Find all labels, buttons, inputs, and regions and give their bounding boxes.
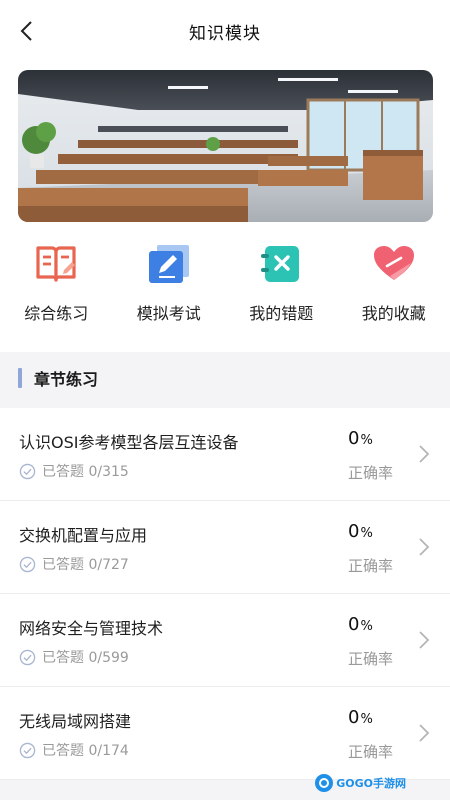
back-arrow-icon [20,21,32,41]
chevron-right-icon [419,538,430,556]
chapter-row[interactable]: 网络安全与管理技术 已答题 0/599 0% 正确率 [0,594,450,687]
accuracy-label: 正确率 [348,650,394,668]
accuracy-number: 0 [348,521,360,542]
accuracy-value: 0% [348,707,373,728]
quick-item-favorites[interactable]: 我的收藏 [338,240,450,324]
chapter-progress: 已答题 0/315 [19,461,129,481]
chevron-right-icon [419,724,430,742]
accuracy-number: 0 [348,707,360,728]
answered-count: 已答题 0/727 [42,557,129,573]
section-title: 章节练习 [34,370,99,389]
back-button[interactable] [12,17,40,45]
top-panel: 知识模块 综合练习 模拟考试 我的错题 我的收藏 [0,0,450,352]
page-title: 知识模块 [189,23,261,44]
classroom-illustration [18,70,433,222]
check-circle-icon [19,649,36,665]
watermark-text: GOGO手游网 [336,777,406,790]
accuracy-number: 0 [348,428,360,449]
chapter-title: 认识OSI参考模型各层互连设备 [19,433,239,452]
check-circle-icon [19,463,36,479]
answered-count: 已答题 0/599 [42,650,129,666]
pencil-icon [145,240,193,288]
chapter-progress: 已答题 0/599 [19,647,129,667]
quick-item-mock-exam[interactable]: 模拟考试 [113,240,226,324]
chevron-right-icon [419,631,430,649]
chapter-row[interactable]: 认识OSI参考模型各层互连设备 已答题 0/315 0% 正确率 [0,408,450,501]
accuracy-unit: % [360,433,373,448]
app-header: 知识模块 [0,0,450,62]
section-header: 章节练习 [0,352,450,404]
accuracy-value: 0% [348,428,373,449]
accuracy-label: 正确率 [348,743,394,761]
section-accent-bar [18,368,22,388]
chapter-list: 认识OSI参考模型各层互连设备 已答题 0/315 0% 正确率 交换机配置与应… [0,408,450,780]
heart-icon [370,240,418,288]
accuracy-value: 0% [348,521,373,542]
chapter-row[interactable]: 交换机配置与应用 已答题 0/727 0% 正确率 [0,501,450,594]
quick-actions: 综合练习 模拟考试 我的错题 我的收藏 [0,240,450,324]
notebook-x-icon [257,240,305,288]
accuracy-label: 正确率 [348,464,394,482]
answered-count: 已答题 0/174 [42,743,129,759]
quick-label: 模拟考试 [136,304,201,323]
banner-image[interactable] [18,70,433,222]
chapter-progress: 已答题 0/727 [19,554,129,574]
check-circle-icon [19,742,36,758]
quick-label: 我的错题 [249,304,314,323]
quick-item-comprehensive-practice[interactable]: 综合练习 [0,240,113,324]
book-icon [32,240,80,288]
accuracy-label: 正确率 [348,557,394,575]
chapter-progress: 已答题 0/174 [19,740,129,760]
check-circle-icon [19,556,36,572]
chapter-title: 无线局域网搭建 [19,712,132,731]
quick-label: 综合练习 [24,304,89,323]
accuracy-unit: % [360,712,373,727]
watermark-badge-icon [315,774,334,792]
chapter-title: 交换机配置与应用 [19,526,148,545]
accuracy-unit: % [360,526,373,541]
chapter-row[interactable]: 无线局域网搭建 已答题 0/174 0% 正确率 [0,687,450,780]
answered-count: 已答题 0/315 [42,464,129,480]
quick-label: 我的收藏 [361,304,426,323]
accuracy-number: 0 [348,614,360,635]
watermark-logo: GOGO手游网 [315,774,406,792]
accuracy-unit: % [360,619,373,634]
accuracy-value: 0% [348,614,373,635]
chapter-title: 网络安全与管理技术 [19,619,164,638]
quick-item-wrong-questions[interactable]: 我的错题 [225,240,338,324]
chevron-right-icon [419,445,430,463]
